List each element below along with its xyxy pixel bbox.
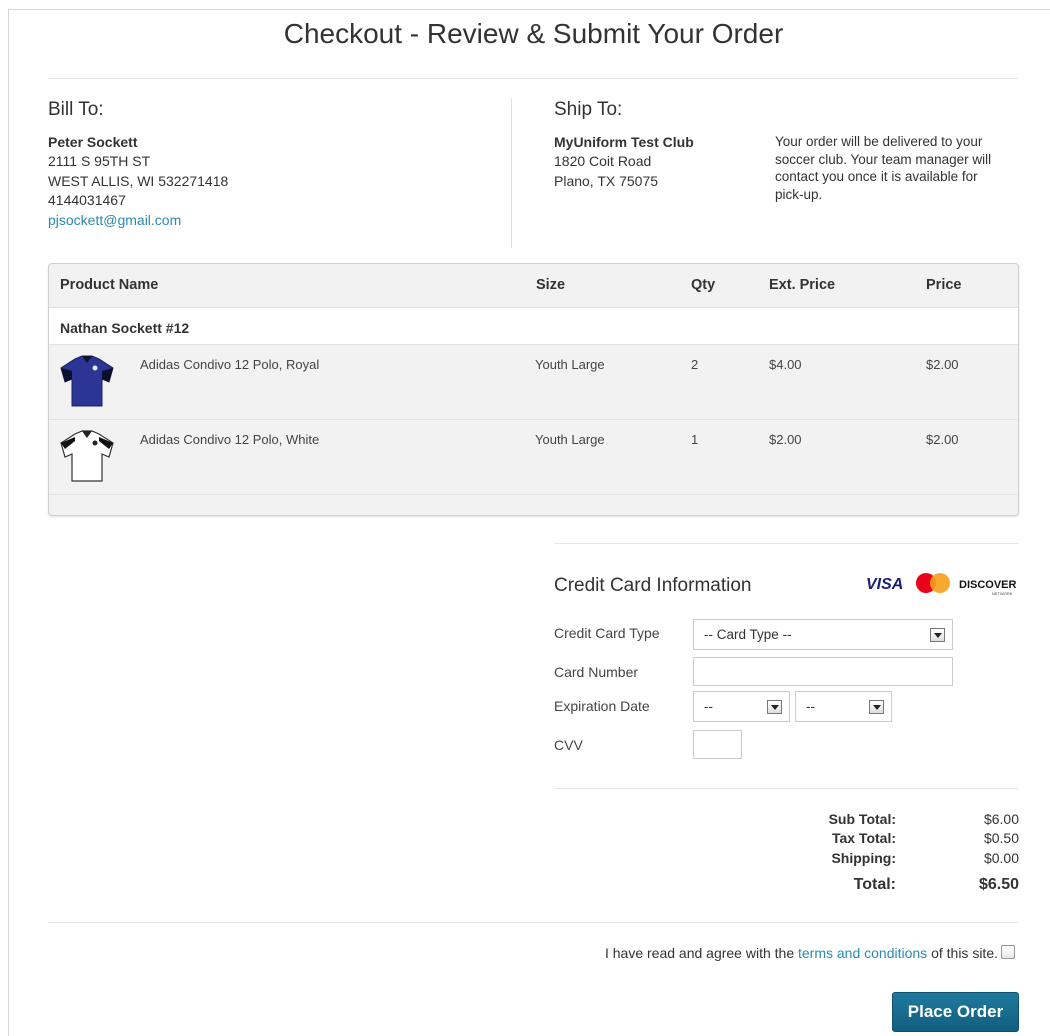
bill-to-heading: Bill To: [48,99,104,120]
chevron-down-icon [930,628,945,642]
royal-polo-icon [60,355,114,407]
shipping-value: $0.00 [983,850,1019,866]
product-qty: 1 [691,432,699,447]
visa-logo-icon: VISA [866,576,903,593]
divider [48,78,1018,79]
divider [554,543,1019,544]
product-price: $2.00 [926,357,959,372]
product-ext-price: $2.00 [769,432,802,447]
expiration-date-label: Expiration Date [554,698,650,714]
bill-to-phone: 4144031467 [48,192,126,208]
col-size: Size [536,277,566,293]
white-polo-icon [60,430,114,482]
product-ext-price: $4.00 [769,357,802,372]
bill-to-street: 2111 S 95TH ST [48,153,151,169]
cvv-input[interactable] [693,730,742,759]
total-label: Total: [853,876,896,893]
order-table: Product Name Size Qty Ext. Price Price N… [48,263,1019,516]
divider [554,788,1019,789]
ship-to-name: MyUniform Test Club [554,133,694,150]
exp-month-value: -- [704,699,713,714]
card-number-input[interactable] [693,657,953,686]
ship-to-heading: Ship To: [554,99,623,120]
page-title: Checkout - Review & Submit Your Order [283,18,784,49]
sub-total-value: $6.00 [983,811,1019,827]
group-label: Nathan Sockett #12 [49,307,1018,345]
bill-to-city: WEST ALLIS, WI 532271418 [48,172,229,189]
cvv-label: CVV [554,737,583,753]
address-divider [511,98,512,248]
discover-network-text: NETWORK [992,591,1013,596]
sub-total-label: Sub Total: [828,811,896,827]
chevron-down-icon [767,700,782,714]
credit-card-title: Credit Card Information [554,575,752,596]
col-ext-price: Ext. Price [769,277,836,293]
terms-link[interactable]: terms and conditions [798,945,927,961]
discover-logo-icon: DISCOVER [959,579,1017,591]
card-type-select[interactable]: -- Card Type -- [693,619,953,650]
product-price: $2.00 [926,432,959,447]
terms-statement: I have read and agree with the terms and… [605,945,998,961]
tax-total-label: Tax Total: [831,830,896,846]
card-number-label: Card Number [554,664,639,680]
col-product-name: Product Name [60,277,159,293]
terms-prefix: I have read and agree with the [604,945,795,961]
mastercard-logo-icon [916,573,950,593]
product-name: Adidas Condivo 12 Polo, Royal [140,357,320,372]
divider [48,922,1018,923]
col-price: Price [926,277,962,293]
col-qty: Qty [691,277,716,293]
table-row: Adidas Condivo 12 Polo, White Youth Larg… [49,420,1018,495]
card-type-label: Credit Card Type [554,625,660,641]
table-row: Adidas Condivo 12 Polo, Royal Youth Larg… [49,345,1018,420]
place-order-button[interactable]: Place Order [892,992,1019,1032]
bill-to-email-link[interactable]: pjsockett@gmail.com [48,211,228,231]
ship-to-note: Your order will be delivered to your soc… [775,134,992,202]
terms-suffix: of this site. [931,945,998,961]
exp-month-select[interactable]: -- [693,691,790,722]
exp-year-value: -- [806,699,815,714]
terms-checkbox[interactable] [1001,945,1015,959]
card-logos: VISA DISCOVER NETWORK [866,573,1017,596]
ship-to-city: Plano, TX 75075 [554,172,659,189]
exp-year-select[interactable]: -- [795,691,892,722]
chevron-down-icon [869,700,884,714]
product-size: Youth Large [535,432,605,447]
product-qty: 2 [691,357,699,372]
ship-to-street: 1820 Coit Road [554,153,652,169]
bill-to-section: Bill To: Peter Sockett 2111 S 95TH ST WE… [48,100,228,230]
tax-total-value: $0.50 [983,830,1019,846]
card-type-value: -- Card Type -- [704,627,792,642]
bill-to-name: Peter Sockett [48,133,138,150]
total-value: $6.50 [978,876,1019,893]
shipping-label: Shipping: [831,850,896,866]
ship-to-section: Ship To: MyUniform Test Club 1820 Coit R… [554,100,694,191]
product-name: Adidas Condivo 12 Polo, White [140,432,320,447]
product-size: Youth Large [535,357,605,372]
